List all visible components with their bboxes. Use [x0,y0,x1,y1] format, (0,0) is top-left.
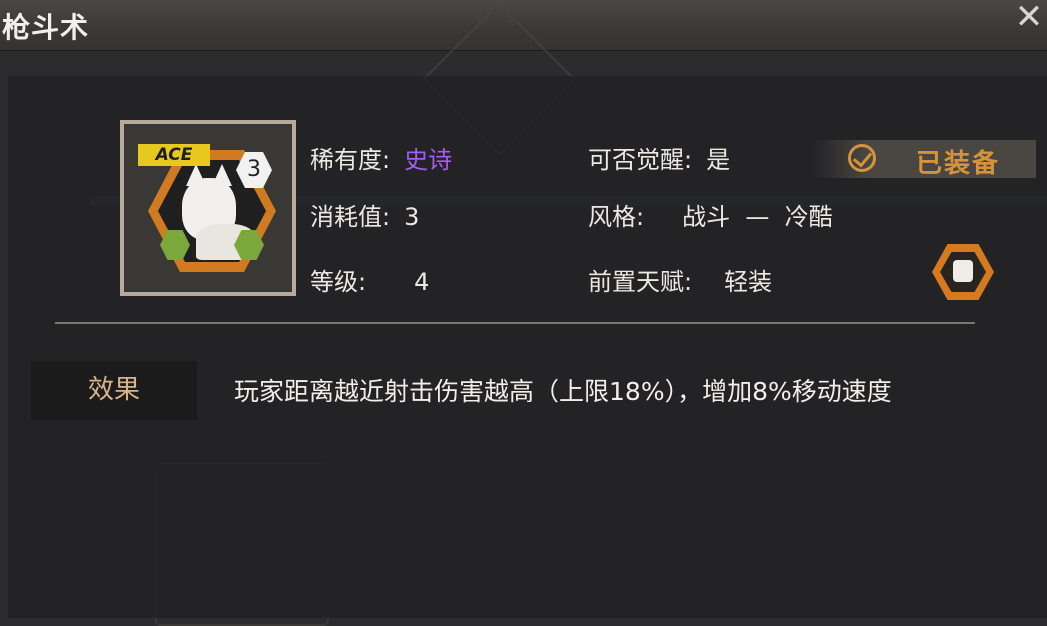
level-row: 等级: 4 [310,262,429,297]
awaken-row: 可否觉醒: 是 [588,140,730,175]
divider [55,322,975,324]
cost-label: 消耗值: [310,203,391,231]
effect-description: 玩家距离越近射击伤害越高（上限18%），增加8%移动速度 [234,377,892,406]
check-circle-icon [848,144,876,172]
cost-row: 消耗值: 3 [310,197,419,232]
rarity-row: 稀有度: 史诗 [310,140,452,175]
ace-badge: ACE [138,144,210,166]
window-title: 枪斗术 [2,11,90,44]
equipped-label: 已装备 [916,149,1001,179]
awaken-label: 可否觉醒: [588,146,693,174]
prereq-row: 前置天赋: 轻装 [588,262,772,297]
prereq-value: 轻装 [724,268,773,296]
rarity-label: 稀有度: [310,146,391,174]
style-row: 风格: 战斗 — 冷酷 [588,197,833,232]
level-value: 4 [414,268,430,296]
awaken-value: 是 [706,146,731,174]
style-value: 战斗 — 冷酷 [682,203,833,231]
talent-card-icon: ACE 3 [120,120,296,296]
effect-tab[interactable]: 效果 [31,361,197,420]
level-label: 等级: [310,268,367,296]
prereq-label: 前置天赋: [588,268,693,296]
cost-value: 3 [404,203,420,231]
fist-icon [953,260,973,282]
equipped-status-button[interactable]: 已装备 [812,140,1036,179]
close-icon[interactable]: ✕ [1013,0,1045,34]
style-label: 风格: [588,203,645,231]
rarity-value: 史诗 [404,146,453,174]
